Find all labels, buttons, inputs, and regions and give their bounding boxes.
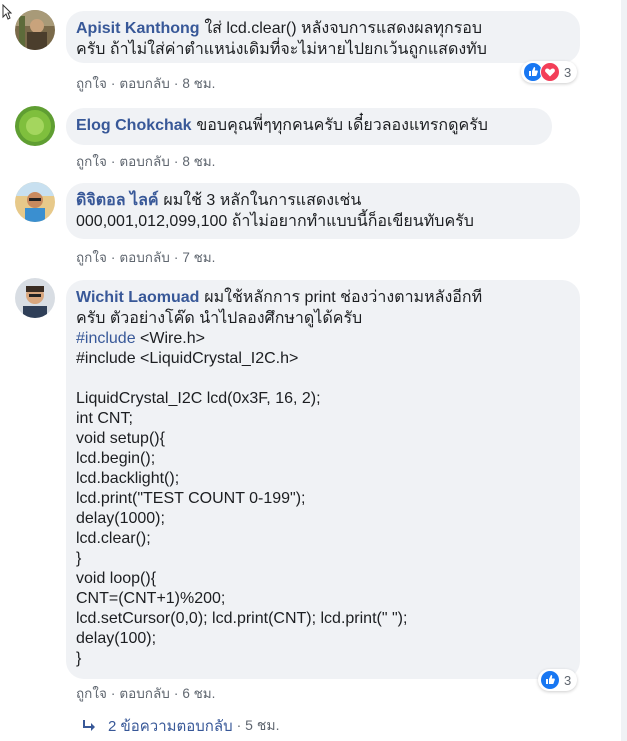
code-line: lcd.print("TEST COUNT 0-199"); — [76, 490, 306, 507]
comment-bubble: Wichit Laomuad ผมใช้หลักการ print ช่องว่… — [66, 280, 580, 679]
comment-author[interactable]: ดิจิตอล ไลค์ — [76, 192, 159, 209]
reply-link[interactable]: ตอบกลับ — [119, 686, 169, 701]
comment-actions: ถูกใจ · ตอบกลับ · 6 ชม. — [76, 686, 216, 701]
code-line: <Wire.h> — [135, 330, 205, 347]
code-line: void loop(){ — [76, 570, 157, 587]
avatar[interactable] — [15, 182, 55, 222]
include-hashtag-link[interactable]: #include — [76, 330, 136, 347]
comment-text: ใส่ lcd.clear() หลังจบการแสดงผลทุกรอบ — [204, 20, 483, 37]
reaction-count: 3 — [564, 64, 572, 80]
code-line: } — [76, 650, 82, 667]
love-icon — [540, 62, 560, 82]
comment-text: 000,001,012,099,100 ถ้าไม่อยากทำแบบนี้ก็… — [76, 213, 474, 230]
comment-text: ครับ ตัวอย่างโค๊ด นำไปลองศึกษาดูได้ครับ — [76, 310, 363, 327]
comment-author[interactable]: Elog Chokchak — [76, 117, 192, 134]
avatar[interactable] — [15, 278, 55, 318]
like-link[interactable]: ถูกใจ — [76, 154, 107, 169]
like-link[interactable]: ถูกใจ — [76, 686, 107, 701]
comment-time[interactable]: 8 ชม. — [182, 76, 215, 91]
mouse-cursor-icon — [2, 4, 12, 20]
comment-bubble: ดิจิตอล ไลค์ ผมใช้ 3 หลักในการแสดงเช่น 0… — [66, 183, 580, 239]
reaction-count: 3 — [564, 672, 572, 688]
code-line: lcd.clear(); — [76, 530, 151, 547]
comment-text: ขอบคุณพี่ๆทุกคนครับ เดี๋ยวลองแทรกดูครับ — [196, 117, 488, 134]
reaction-summary[interactable]: 3 — [538, 669, 578, 691]
comment-bubble: Elog Chokchak ขอบคุณพี่ๆทุกคนครับ เดี๋ยว… — [66, 108, 552, 145]
comment-time[interactable]: 6 ชม. — [182, 686, 215, 701]
comment-text: ผมใช้หลักการ print ช่องว่างตามหลังอีกที — [204, 289, 483, 306]
reaction-summary[interactable]: 3 — [521, 61, 578, 83]
comment-actions: ถูกใจ · ตอบกลับ · 7 ชม. — [76, 250, 216, 265]
reply-link[interactable]: ตอบกลับ — [119, 76, 169, 91]
replies-time: 5 ชม. — [245, 717, 280, 733]
reply-link[interactable]: ตอบกลับ — [119, 250, 169, 265]
comment-time[interactable]: 8 ชม. — [182, 154, 215, 169]
code-line: delay(100); — [76, 630, 157, 647]
code-line: void setup(){ — [76, 430, 165, 447]
reply-link[interactable]: ตอบกลับ — [119, 154, 169, 169]
comment-time[interactable]: 7 ชม. — [182, 250, 215, 265]
comment-author[interactable]: Apisit Kanthong — [76, 20, 200, 37]
code-snippet: #include <Wire.h> #include <LiquidCrysta… — [76, 329, 568, 669]
code-line: CNT=(CNT+1)%200; — [76, 590, 226, 607]
code-line: LiquidCrystal_I2C lcd(0x3F, 16, 2); — [76, 390, 321, 407]
code-line: int CNT; — [76, 410, 133, 427]
code-line: lcd.setCursor(0,0); lcd.print(CNT); lcd.… — [76, 610, 408, 627]
code-line: #include <LiquidCrystal_I2C.h> — [76, 350, 299, 367]
reply-arrow-icon — [83, 720, 95, 731]
like-icon — [540, 670, 560, 690]
avatar[interactable] — [15, 10, 55, 50]
scrollbar-track[interactable] — [621, 0, 627, 741]
comment-actions: ถูกใจ · ตอบกลับ · 8 ชม. — [76, 154, 216, 169]
view-replies-link[interactable]: 2 ข้อความตอบกลับ · 5 ชม. — [82, 714, 279, 738]
avatar[interactable] — [15, 106, 55, 146]
comment-text: ครับ ถ้าไม่ใส่ค่าตำแหน่งเดิมที่จะไม่หายไ… — [76, 41, 487, 58]
code-line: } — [76, 550, 82, 567]
like-link[interactable]: ถูกใจ — [76, 250, 107, 265]
comment-bubble: Apisit Kanthong ใส่ lcd.clear() หลังจบกา… — [66, 11, 580, 63]
comment-actions: ถูกใจ · ตอบกลับ · 8 ชม. — [76, 76, 216, 91]
code-line: delay(1000); — [76, 510, 165, 527]
comment-text: ผมใช้ 3 หลักในการแสดงเช่น — [163, 192, 362, 209]
comment-author[interactable]: Wichit Laomuad — [76, 289, 199, 306]
code-line: lcd.begin(); — [76, 450, 156, 467]
replies-count-label[interactable]: 2 ข้อความตอบกลับ — [108, 714, 233, 738]
like-link[interactable]: ถูกใจ — [76, 76, 107, 91]
code-line: lcd.backlight(); — [76, 470, 180, 487]
